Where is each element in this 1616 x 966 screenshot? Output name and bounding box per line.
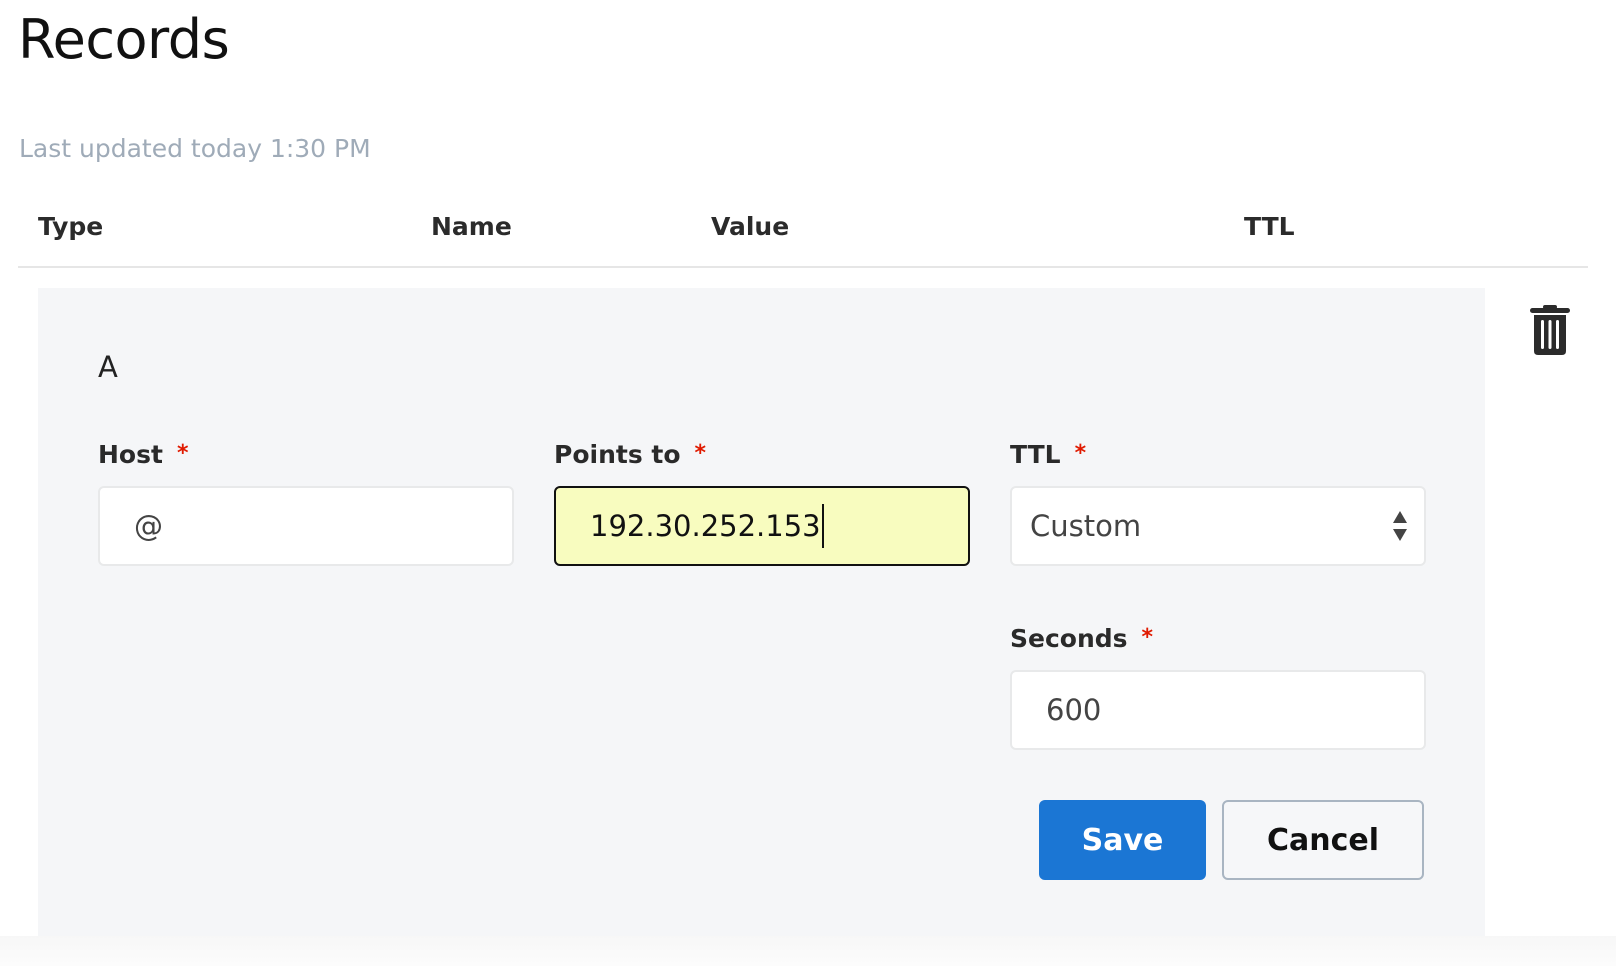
column-header-type: Type [38,212,104,241]
page-bottom-strip [0,936,1616,966]
points-to-label: Points to * [554,440,706,469]
host-input[interactable]: @ [98,486,514,566]
points-to-input[interactable]: 192.30.252.153 [554,486,970,566]
record-type: A [98,350,118,384]
ttl-label: TTL * [1010,440,1086,469]
seconds-input[interactable]: 600 [1010,670,1426,750]
up-down-arrows-icon [1393,511,1407,541]
required-asterisk: * [694,441,707,466]
ttl-select-value: Custom [1030,509,1142,543]
required-asterisk: * [1141,625,1154,650]
required-asterisk: * [176,441,189,466]
trash-icon[interactable] [1530,305,1570,355]
required-asterisk: * [1074,441,1087,466]
ttl-label-text: TTL [1010,440,1061,469]
column-header-name: Name [431,212,512,241]
seconds-input-value: 600 [1046,693,1102,727]
last-updated-text: Last updated today 1:30 PM [19,134,371,163]
header-divider [18,266,1588,268]
cancel-button[interactable]: Cancel [1222,800,1424,880]
save-button[interactable]: Save [1039,800,1206,880]
host-label: Host * [98,440,188,469]
column-header-value: Value [711,212,790,241]
seconds-label: Seconds * [1010,624,1153,653]
column-header-ttl: TTL [1244,212,1295,241]
points-to-input-value: 192.30.252.153 [590,509,821,543]
host-label-text: Host [98,440,163,469]
seconds-label-text: Seconds [1010,624,1128,653]
text-caret [821,504,824,548]
page-title: Records [18,8,230,71]
host-input-value: @ [134,509,163,543]
points-to-label-text: Points to [554,440,681,469]
ttl-select[interactable]: Custom [1010,486,1426,566]
